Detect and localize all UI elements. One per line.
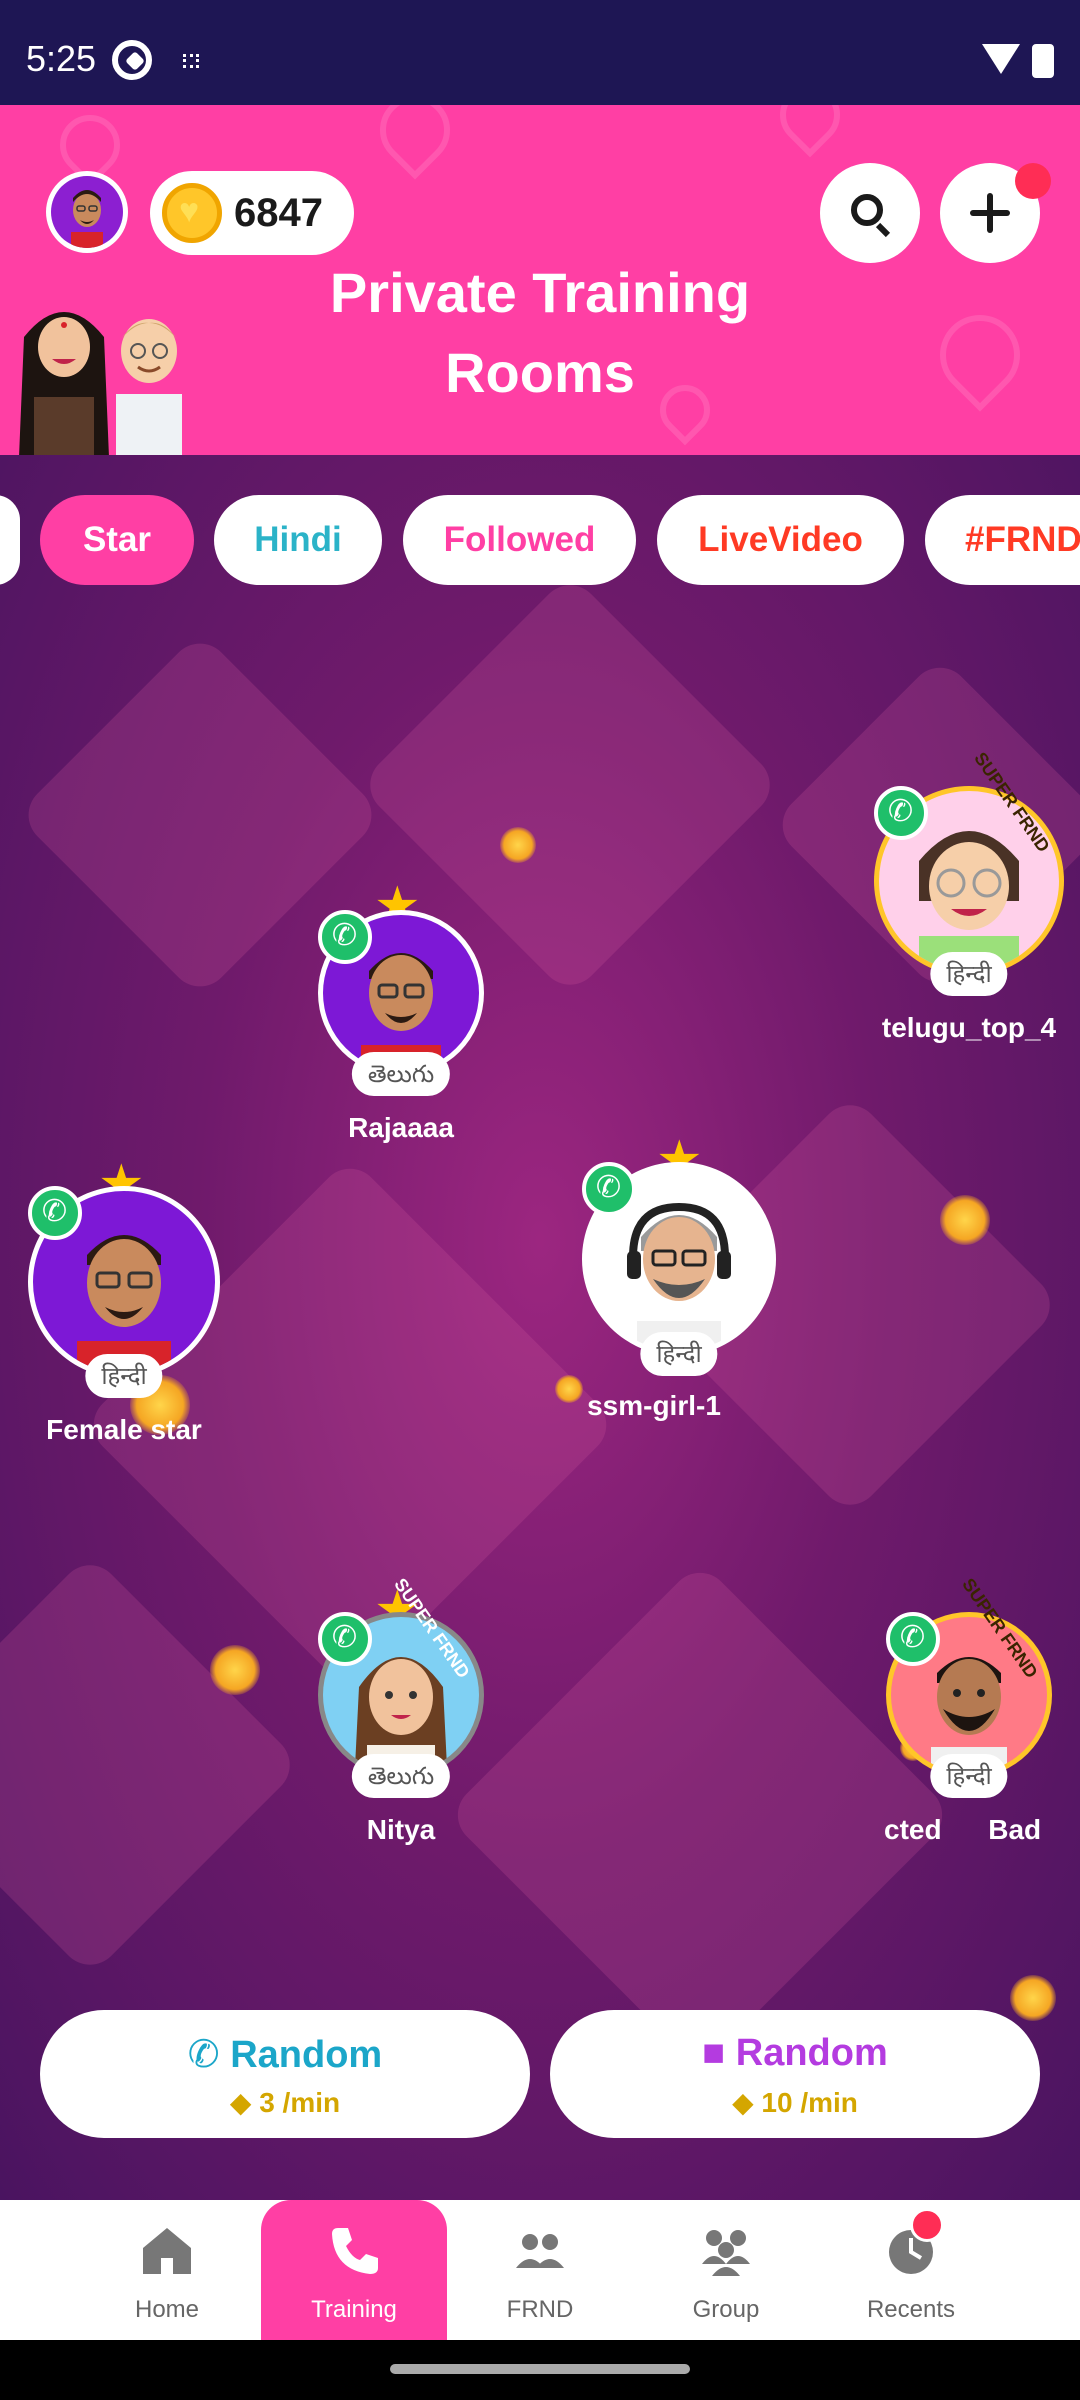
home-icon bbox=[143, 2228, 191, 2274]
video-icon: ■ bbox=[702, 2032, 726, 2074]
call-icon[interactable] bbox=[318, 1612, 372, 1666]
friends-icon bbox=[516, 2234, 564, 2268]
language-badge: हिन्दी bbox=[85, 1354, 163, 1398]
heart-decoration bbox=[923, 298, 1037, 412]
status-bar: 5:25 bbox=[0, 0, 1080, 105]
chip-star[interactable]: Star bbox=[40, 495, 194, 585]
profile-avatar-button[interactable] bbox=[46, 171, 128, 253]
call-icon[interactable] bbox=[582, 1162, 636, 1216]
header-banner: 6847 Private Training Rooms bbox=[0, 105, 1080, 455]
chip-frnd[interactable]: #FRND bbox=[925, 495, 1080, 585]
phone-icon bbox=[332, 2228, 378, 2274]
search-icon bbox=[851, 194, 883, 226]
page-title: Private Training Rooms bbox=[329, 261, 751, 404]
call-icon[interactable] bbox=[886, 1612, 940, 1666]
random-audio-call-button[interactable]: ✆ Random ◆ 3 /min bbox=[40, 2010, 530, 2138]
coin-icon: ◆ bbox=[732, 2087, 754, 2118]
grid-notification-icon bbox=[183, 54, 199, 68]
call-icon[interactable] bbox=[874, 786, 928, 840]
notification-dot bbox=[1015, 163, 1051, 199]
status-time: 5:25 bbox=[26, 38, 97, 79]
recents-notification-dot bbox=[910, 2208, 944, 2242]
language-badge: हिन्दी bbox=[930, 952, 1008, 996]
search-button[interactable] bbox=[820, 163, 920, 263]
user-name: Rajaaaa bbox=[348, 1112, 454, 1143]
language-badge: తెలుగు bbox=[351, 1754, 451, 1798]
home-gesture-handle[interactable] bbox=[390, 2364, 690, 2374]
nav-frnd[interactable]: FRND bbox=[447, 2200, 633, 2340]
heart-decoration bbox=[365, 105, 465, 180]
random-video-call-button[interactable]: ■ Random ◆ 10 /min bbox=[550, 2010, 1040, 2138]
user-name: Nitya bbox=[366, 1814, 436, 1845]
group-icon bbox=[702, 2230, 750, 2276]
language-badge: తెలుగు bbox=[351, 1052, 451, 1096]
app-notification-icon bbox=[112, 40, 152, 80]
coin-count: 6847 bbox=[234, 191, 323, 235]
chip-livevideo[interactable]: LiveVideo bbox=[657, 495, 904, 585]
couple-illustration bbox=[14, 287, 204, 455]
coin-balance[interactable]: 6847 bbox=[150, 171, 354, 255]
heart-decoration bbox=[767, 105, 853, 158]
nav-training[interactable]: Training bbox=[261, 2200, 447, 2340]
coin-icon: ◆ bbox=[229, 2087, 252, 2118]
chip-hindi[interactable]: Hindi bbox=[214, 495, 382, 585]
filter-chips: Star Hindi Followed LiveVideo #FRND bbox=[0, 495, 1080, 587]
avatar bbox=[51, 176, 123, 248]
wifi-icon bbox=[982, 44, 1020, 74]
nav-home[interactable]: Home bbox=[74, 2200, 260, 2340]
coin-icon bbox=[162, 183, 222, 243]
call-icon[interactable] bbox=[318, 910, 372, 964]
chip-followed[interactable]: Followed bbox=[403, 495, 636, 585]
battery-icon bbox=[1032, 44, 1054, 78]
user-name: ssm-girl-1 bbox=[587, 1390, 721, 1421]
language-badge: हिन्दी bbox=[930, 1754, 1008, 1798]
user-name: cted Bad bbox=[884, 1814, 1042, 1845]
chip-partial[interactable] bbox=[0, 495, 20, 585]
call-icon[interactable] bbox=[28, 1186, 82, 1240]
user-name: telugu_top_4 bbox=[881, 1012, 1057, 1043]
nav-group[interactable]: Group bbox=[633, 2200, 819, 2340]
language-badge: हिन्दी bbox=[640, 1332, 718, 1376]
user-name: Female star bbox=[46, 1414, 202, 1445]
phone-icon: ✆ bbox=[187, 2034, 220, 2076]
